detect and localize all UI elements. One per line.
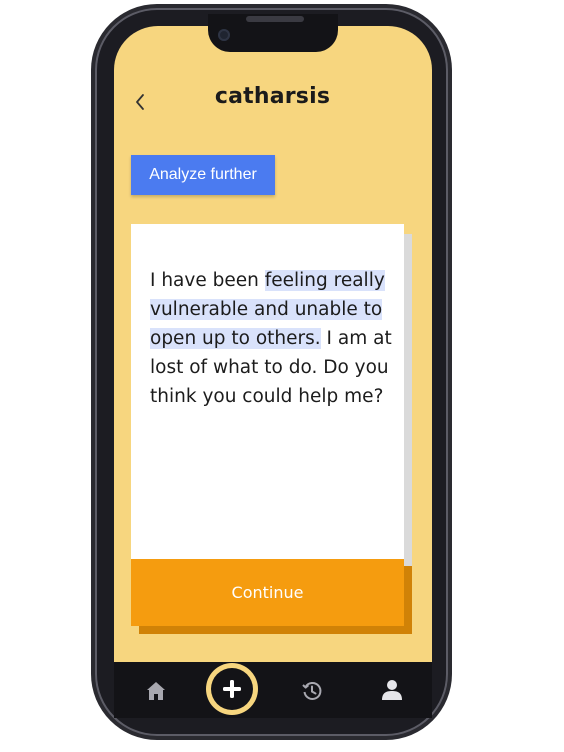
analyze-further-button[interactable]: Analyze further [131, 155, 275, 195]
nav-history-button[interactable] [299, 678, 325, 704]
continue-button[interactable]: Continue [131, 559, 404, 626]
nav-profile-button[interactable] [379, 677, 405, 703]
front-camera [218, 29, 230, 41]
history-icon [302, 682, 322, 700]
app-title: catharsis [214, 84, 331, 109]
journal-entry-text[interactable]: I have been feeling really vulnerable an… [150, 266, 398, 411]
plus-icon [223, 680, 241, 698]
entry-text-before: I have been [150, 270, 265, 291]
add-entry-button[interactable] [211, 668, 253, 710]
chevron-left-icon [136, 94, 144, 110]
back-button[interactable] [130, 88, 150, 116]
nav-home-button[interactable] [143, 678, 169, 704]
phone-speaker [246, 16, 304, 22]
user-icon [382, 680, 402, 700]
home-icon [147, 682, 165, 700]
